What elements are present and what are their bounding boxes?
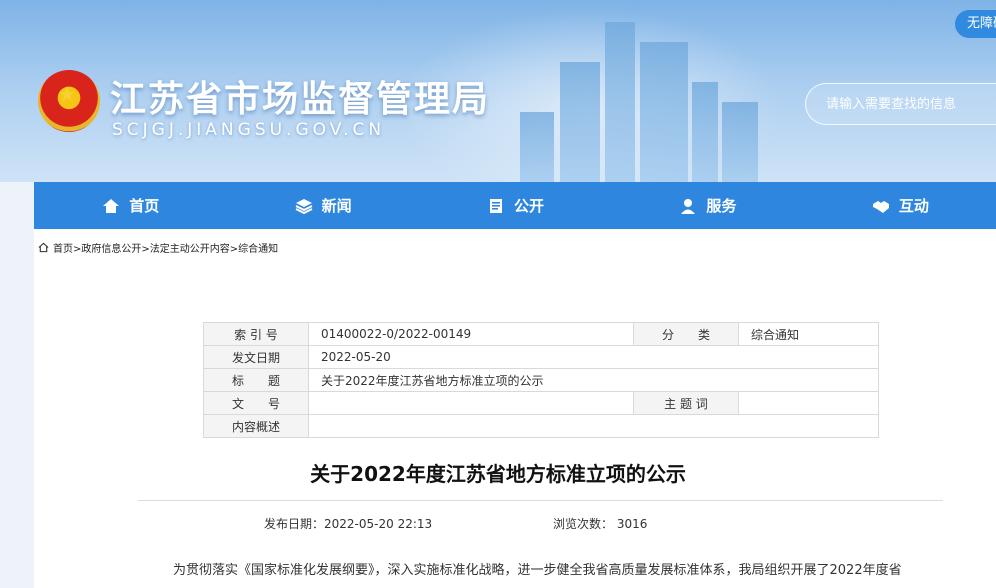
skyline-building	[640, 42, 688, 182]
views-label: 浏览次数：	[553, 517, 614, 531]
nav-item-label: 新闻	[321, 197, 352, 215]
nav-item-label: 首页	[129, 197, 160, 215]
main-nav: 首页 新闻 公开 服务 互动	[34, 182, 996, 229]
layers-icon	[295, 198, 313, 214]
national-emblem-logo: ★	[38, 70, 100, 132]
document-info-table: 索 引 号 01400022-0/2022-00149 分 类 综合通知 发文日…	[203, 322, 879, 438]
skyline-building	[605, 22, 635, 182]
home-icon	[103, 198, 120, 213]
document-icon	[490, 198, 502, 213]
index-label: 索 引 号	[203, 322, 309, 346]
summary-label: 内容概述	[203, 414, 309, 438]
handshake-icon	[872, 200, 889, 213]
publish-label: 发布日期：	[264, 517, 325, 531]
breadcrumb-text[interactable]: 首页>政府信息公开>法定主动公开内容>综合通知	[53, 240, 278, 255]
publish-value: 2022-05-20 22:13	[324, 517, 433, 531]
home-icon	[38, 242, 49, 253]
nav-item-home[interactable]: 首页	[34, 182, 226, 229]
summary-value	[308, 414, 879, 438]
skyline-building	[520, 112, 554, 182]
nav-item-label: 服务	[706, 197, 737, 215]
publish-date: 发布日期：2022-05-20 22:13	[264, 515, 432, 532]
date-value: 2022-05-20	[308, 345, 879, 369]
skyline-building	[692, 82, 718, 182]
skyline-building	[722, 102, 758, 182]
views-value: 3016	[616, 517, 648, 531]
title-label: 标 题	[203, 368, 309, 392]
search-input[interactable]: 请输入需要查找的信息	[805, 83, 996, 125]
keywords-label: 主 题 词	[633, 391, 739, 415]
nav-item-label: 互动	[898, 197, 929, 215]
site-domain: SCJGJ.JIANGSU.GOV.CN	[112, 120, 386, 140]
accessibility-button[interactable]: 无障碍	[955, 10, 996, 38]
article-paragraph: 为贯彻落实《国家标准化发展纲要》，深入实施标准化战略，进一步健全我省高质量发展标…	[173, 563, 902, 578]
docno-label: 文 号	[203, 391, 309, 415]
docno-value	[308, 391, 634, 415]
nav-item-interact[interactable]: 互动	[804, 182, 996, 229]
category-value: 综合通知	[738, 322, 879, 346]
divider	[138, 500, 943, 501]
index-value: 01400022-0/2022-00149	[308, 322, 634, 346]
nav-item-service[interactable]: 服务	[611, 182, 803, 229]
article-title: 关于2022年度江苏省地方标准立项的公示	[310, 462, 686, 486]
nav-item-label: 公开	[514, 197, 545, 215]
site-header: ★ 江苏省市场监督管理局 SCJGJ.JIANGSU.GOV.CN 无障碍 请输…	[0, 0, 996, 182]
skyline-building	[560, 62, 600, 182]
category-label: 分 类	[633, 322, 739, 346]
nav-item-news[interactable]: 新闻	[226, 182, 418, 229]
breadcrumb: 首页>政府信息公开>法定主动公开内容>综合通知	[38, 240, 278, 255]
date-label: 发文日期	[203, 345, 309, 369]
user-icon	[681, 198, 696, 214]
keywords-value	[738, 391, 879, 415]
star-icon: ★	[58, 82, 76, 106]
site-title[interactable]: 江苏省市场监督管理局	[110, 70, 490, 122]
title-value: 关于2022年度江苏省地方标准立项的公示	[308, 368, 879, 392]
view-count: 浏览次数： 3016	[553, 515, 647, 532]
nav-item-open[interactable]: 公开	[419, 182, 611, 229]
